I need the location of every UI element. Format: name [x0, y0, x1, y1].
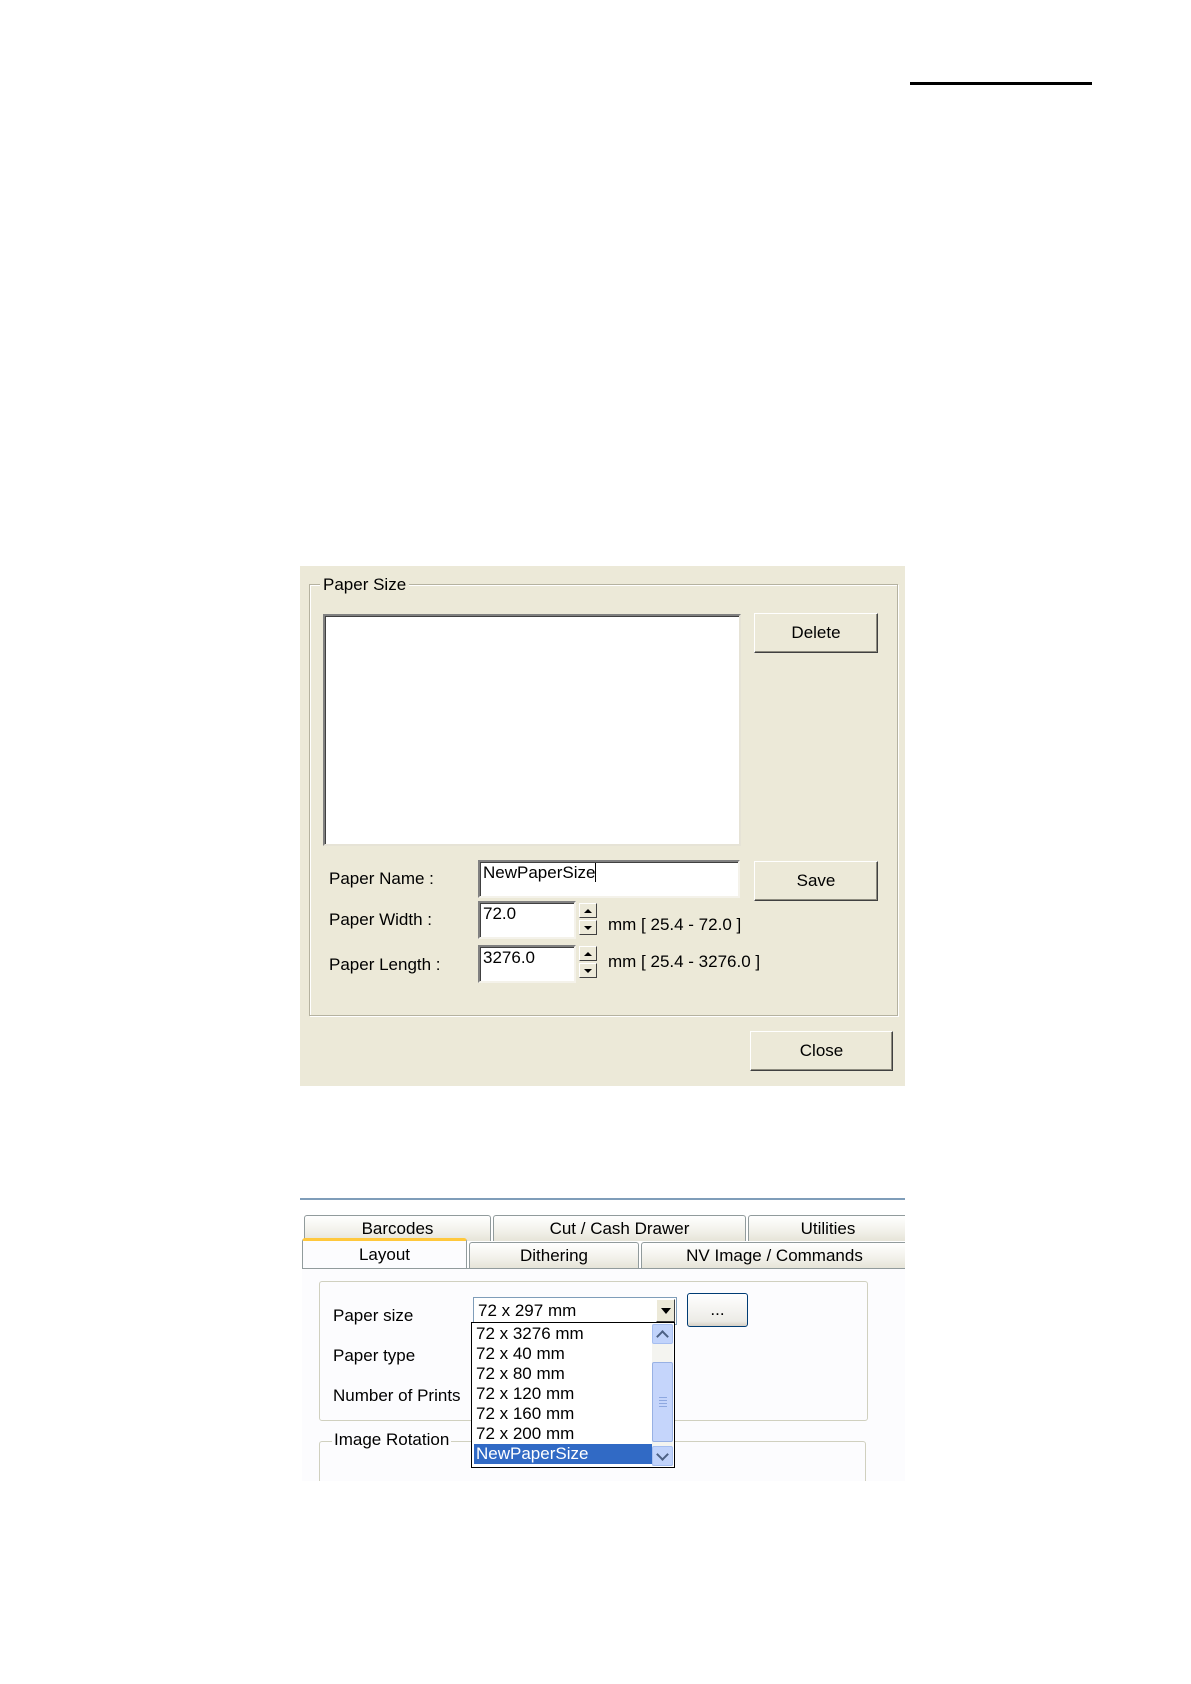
chevron-up-icon	[656, 1329, 669, 1343]
grip-line	[659, 1403, 667, 1404]
scroll-thumb[interactable]	[652, 1362, 673, 1442]
paper-length-range: mm [ 25.4 - 3276.0 ]	[608, 952, 761, 971]
paper-size-select[interactable]: 72 x 297 mm	[473, 1297, 677, 1325]
arrow-down-icon	[584, 968, 592, 973]
grip-line	[659, 1406, 667, 1407]
delete-button[interactable]: Delete	[754, 613, 878, 653]
window-border	[300, 1198, 905, 1200]
tab-utilities[interactable]: Utilities	[748, 1215, 905, 1241]
layout-dialog: Barcodes Cut / Cash Drawer Utilities Lay…	[300, 1198, 905, 1481]
paper-size-dialog: Paper Size Delete Save Paper Name : NewP…	[300, 566, 905, 1086]
dropdown-option[interactable]: 72 x 80 mm	[474, 1364, 653, 1384]
paper-name-input[interactable]: NewPaperSize	[478, 860, 740, 898]
arrow-up-icon	[584, 951, 592, 956]
paper-length-value: 3276.0	[483, 948, 535, 967]
tab-layout[interactable]: Layout	[302, 1238, 467, 1268]
paper-width-spinner[interactable]	[579, 903, 597, 937]
text-caret	[595, 863, 597, 882]
dropdown-option[interactable]: 72 x 160 mm	[474, 1404, 653, 1424]
dropdown-option-selected[interactable]: NewPaperSize	[474, 1444, 653, 1464]
spin-up-button[interactable]	[579, 946, 597, 961]
arrow-down-icon	[584, 925, 592, 930]
dropdown-option[interactable]: 72 x 3276 mm	[474, 1324, 653, 1344]
paper-width-range: mm [ 25.4 - 72.0 ]	[608, 915, 742, 934]
paper-type-label: Paper type	[333, 1346, 416, 1365]
dropdown-option[interactable]: 72 x 40 mm	[474, 1344, 653, 1364]
paper-name-value: NewPaperSize	[483, 863, 596, 882]
dropdown-option[interactable]: 72 x 200 mm	[474, 1424, 653, 1444]
chevron-down-icon	[660, 1307, 671, 1314]
scroll-up-button[interactable]	[652, 1324, 673, 1344]
browse-paper-size-button[interactable]: ...	[687, 1293, 748, 1327]
paper-name-label: Paper Name :	[329, 869, 434, 888]
paper-size-group-title: Paper Size	[320, 575, 410, 595]
arrow-up-icon	[584, 908, 592, 913]
tab-cut-cash-drawer[interactable]: Cut / Cash Drawer	[493, 1215, 746, 1241]
paper-width-label: Paper Width :	[329, 910, 432, 929]
spin-down-button[interactable]	[579, 920, 597, 935]
number-of-prints-label: Number of Prints	[333, 1386, 461, 1405]
paper-width-input[interactable]: 72.0	[478, 901, 576, 939]
spin-up-button[interactable]	[579, 903, 597, 918]
image-rotation-label: Image Rotation	[332, 1430, 452, 1450]
save-button[interactable]: Save	[754, 861, 878, 901]
close-button[interactable]: Close	[750, 1031, 893, 1071]
dropdown-scrollbar[interactable]	[652, 1324, 673, 1466]
spin-down-button[interactable]	[579, 963, 597, 978]
tab-nv-image-commands[interactable]: NV Image / Commands	[641, 1242, 905, 1268]
chevron-down-icon	[656, 1447, 669, 1461]
tab-dithering[interactable]: Dithering	[469, 1242, 639, 1268]
paper-length-spinner[interactable]	[579, 946, 597, 980]
paper-length-label: Paper Length :	[329, 955, 441, 974]
grip-line	[659, 1397, 667, 1398]
paper-size-dropdown-list[interactable]: 72 x 3276 mm 72 x 40 mm 72 x 80 mm 72 x …	[471, 1322, 675, 1468]
grip-line	[659, 1400, 667, 1401]
paper-size-selected-value: 72 x 297 mm	[478, 1301, 577, 1320]
dropdown-option[interactable]: 72 x 120 mm	[474, 1384, 653, 1404]
paper-size-list[interactable]	[323, 614, 741, 846]
paper-size-label: Paper size	[333, 1306, 414, 1325]
header-rule	[910, 82, 1092, 85]
paper-width-value: 72.0	[483, 904, 517, 923]
dropdown-arrow-button[interactable]	[656, 1299, 675, 1322]
scroll-down-button[interactable]	[652, 1446, 673, 1466]
paper-length-input[interactable]: 3276.0	[478, 945, 576, 983]
